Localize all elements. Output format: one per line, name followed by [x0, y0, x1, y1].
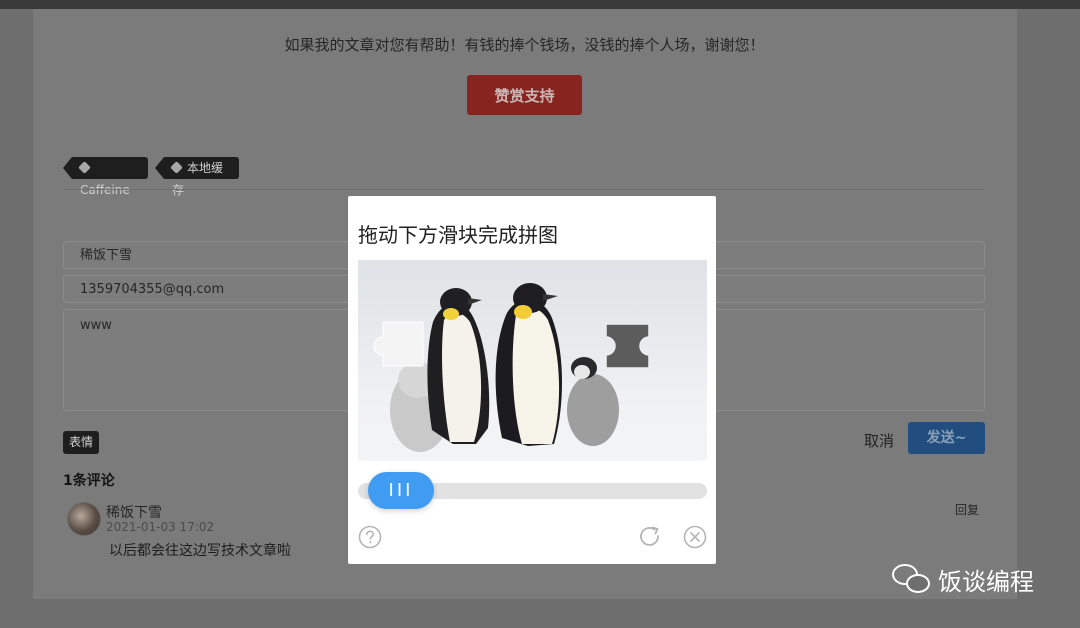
- tag-local-cache[interactable]: 本地缓存: [155, 157, 239, 197]
- watermark: 饭谈编程: [892, 560, 1034, 598]
- puzzle-piece: [373, 321, 424, 367]
- puzzle-image: [358, 260, 707, 461]
- reply-link[interactable]: 回复: [955, 501, 979, 518]
- tag-caffeine[interactable]: Caffeine: [63, 157, 148, 197]
- puzzle-hole: [605, 323, 650, 369]
- tag-label: Caffeine: [80, 183, 130, 197]
- refresh-icon[interactable]: [638, 525, 662, 549]
- comment-date: 2021-01-03 17:02: [106, 520, 215, 534]
- send-button[interactable]: 发送~: [908, 422, 985, 454]
- support-button[interactable]: 赞赏支持: [467, 75, 582, 115]
- support-text: 如果我的文章对您有帮助！有钱的捧个钱场，没钱的捧个人场，谢谢您！: [284, 36, 765, 54]
- emoji-button[interactable]: 表情: [63, 431, 99, 454]
- captcha-modal: 拖动下方滑块完成拼图 III: [348, 196, 716, 564]
- comment-count: 1条评论: [63, 473, 115, 489]
- cancel-button[interactable]: 取消: [864, 430, 894, 451]
- close-icon[interactable]: [683, 525, 707, 549]
- divider: [63, 189, 985, 190]
- captcha-title: 拖动下方滑块完成拼图: [358, 223, 558, 247]
- tag-icon: [170, 161, 183, 174]
- penguin-scene: [358, 283, 707, 461]
- slider-handle[interactable]: III: [368, 472, 434, 509]
- comment-text: 以后都会往这边写技术文章啦: [109, 543, 291, 559]
- wechat-icon: [892, 562, 932, 596]
- comment-author[interactable]: 稀饭下雪: [106, 502, 162, 522]
- tag-icon: [78, 161, 91, 174]
- avatar: [67, 502, 101, 536]
- watermark-text: 饭谈编程: [938, 567, 1034, 596]
- top-bar: [0, 0, 1080, 9]
- help-icon[interactable]: [358, 525, 382, 549]
